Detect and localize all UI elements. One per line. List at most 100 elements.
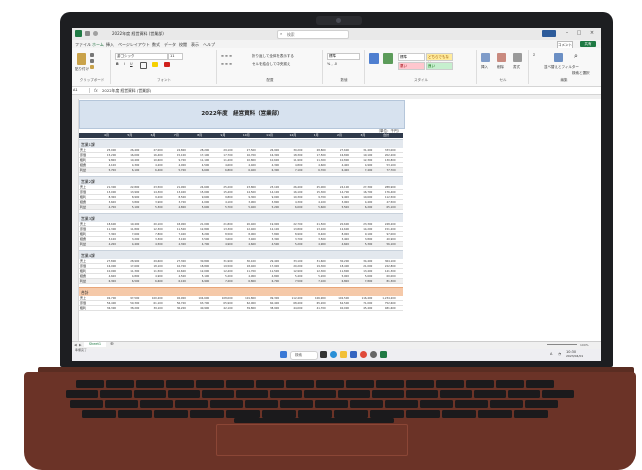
- bold-icon[interactable]: B: [116, 62, 119, 66]
- keyboard-key[interactable]: [100, 390, 132, 398]
- table-cell[interactable]: 7,100: [283, 168, 302, 173]
- store-icon[interactable]: [350, 351, 357, 358]
- table-cell[interactable]: 6,100: [120, 168, 139, 173]
- keyboard-key[interactable]: [406, 380, 434, 388]
- table-cell[interactable]: 5,100: [120, 205, 139, 210]
- keyboard-key[interactable]: [436, 380, 464, 388]
- table-cell[interactable]: 6,400: [330, 168, 349, 173]
- table-cell[interactable]: 4,200: [97, 242, 116, 247]
- table-cell[interactable]: 7,200: [214, 279, 232, 284]
- keyboard-key[interactable]: [442, 410, 476, 418]
- keyboard-key[interactable]: [270, 390, 302, 398]
- table-cell[interactable]: 5,400: [237, 205, 255, 210]
- keyboard-key[interactable]: [385, 400, 418, 408]
- table-cell[interactable]: 5,600: [190, 205, 209, 210]
- font-name-select[interactable]: 游ゴシック: [115, 53, 168, 60]
- excel-taskbar-icon[interactable]: [380, 351, 387, 358]
- table-cell[interactable]: 4,600: [330, 242, 349, 247]
- table-cell[interactable]: 7,800: [353, 279, 372, 284]
- find-select-icon[interactable]: ⌕: [574, 52, 578, 61]
- table-cell[interactable]: 5,200: [283, 242, 302, 247]
- keyboard-key[interactable]: [280, 400, 313, 408]
- file-explorer-icon[interactable]: [340, 351, 347, 358]
- table-cell[interactable]: 36,300: [97, 306, 116, 311]
- table-cell[interactable]: 4,500: [144, 242, 162, 247]
- settings-icon[interactable]: [370, 351, 377, 358]
- minimize-icon[interactable]: –: [563, 30, 571, 37]
- style-neutral[interactable]: どちらでもない: [426, 53, 453, 65]
- table-cell[interactable]: 4,400: [120, 242, 139, 247]
- wifi-icon[interactable]: ◔: [558, 352, 561, 356]
- keyboard-key[interactable]: [118, 410, 152, 418]
- table-cell[interactable]: 4,800: [167, 205, 185, 210]
- table-cell[interactable]: 5,200: [260, 205, 279, 210]
- number-format-select[interactable]: 標準: [327, 53, 360, 60]
- table-cell[interactable]: 6,900: [190, 279, 209, 284]
- keyboard-key[interactable]: [406, 410, 440, 418]
- table-cell[interactable]: 6,700: [260, 279, 279, 284]
- table-cell[interactable]: 5,700: [167, 168, 185, 173]
- table-cell[interactable]: 6,400: [237, 168, 255, 173]
- table-cell[interactable]: 481,600: [377, 306, 396, 311]
- keyboard-key[interactable]: [466, 380, 494, 388]
- keyboard-key[interactable]: [376, 380, 404, 388]
- table-cell[interactable]: 56,100: [377, 242, 396, 247]
- table-cell[interactable]: 6,600: [190, 168, 209, 173]
- keyboard-key[interactable]: [154, 410, 188, 418]
- keyboard-key[interactable]: [440, 390, 472, 398]
- table-cell[interactable]: 4,300: [167, 242, 185, 247]
- table-cell[interactable]: 38,900: [260, 306, 279, 311]
- keyboard-key[interactable]: [496, 380, 524, 388]
- cut-icon[interactable]: [90, 53, 94, 57]
- table-cell[interactable]: 5,300: [353, 242, 372, 247]
- search-box[interactable]: ⌕ 検索: [277, 30, 349, 39]
- keyboard-key[interactable]: [106, 380, 134, 388]
- table-cell[interactable]: 5,500: [330, 205, 349, 210]
- keyboard-key[interactable]: [542, 390, 574, 398]
- keyboard-key[interactable]: [66, 390, 98, 398]
- table-cell[interactable]: 6,600: [144, 279, 162, 284]
- keyboard-key[interactable]: [140, 400, 173, 408]
- style-good[interactable]: 良い: [426, 62, 453, 70]
- zoom-level[interactable]: 100%: [580, 343, 589, 347]
- keyboard-key[interactable]: [236, 390, 268, 398]
- keyboard-key[interactable]: [455, 400, 488, 408]
- table-cell[interactable]: 5,600: [307, 205, 325, 210]
- keyboard-key[interactable]: [526, 380, 554, 388]
- keyboard-key[interactable]: [76, 380, 104, 388]
- keyboard-key[interactable]: [346, 380, 374, 388]
- table-format-icon[interactable]: [383, 53, 393, 64]
- conditional-format-icon[interactable]: [369, 53, 379, 64]
- merge-center-button[interactable]: セルを結合して中央揃え: [252, 62, 290, 67]
- keyboard-key[interactable]: [175, 400, 208, 408]
- table-cell[interactable]: 7,100: [307, 279, 325, 284]
- keyboard-key[interactable]: [226, 410, 260, 418]
- keyboard-key[interactable]: [256, 380, 284, 388]
- format-cells-icon[interactable]: [513, 53, 522, 62]
- keyboard-key[interactable]: [168, 390, 200, 398]
- task-view-icon[interactable]: [320, 351, 327, 358]
- format-painter-icon[interactable]: [90, 65, 94, 69]
- keyboard-key[interactable]: [226, 380, 254, 388]
- keyboard-key[interactable]: [508, 390, 540, 398]
- insert-cells-icon[interactable]: [481, 53, 490, 62]
- border-icon[interactable]: [140, 62, 147, 69]
- start-icon[interactable]: [280, 351, 287, 358]
- table-cell[interactable]: 6,000: [283, 205, 302, 210]
- copy-icon[interactable]: [90, 59, 94, 63]
- table-cell[interactable]: 81,300: [377, 279, 396, 284]
- ime-indicator[interactable]: A: [550, 352, 552, 356]
- table-cell[interactable]: 4,600: [237, 242, 255, 247]
- keyboard-key[interactable]: [514, 410, 548, 418]
- keyboard-key[interactable]: [372, 390, 404, 398]
- style-bad[interactable]: 悪い: [398, 62, 425, 70]
- table-cell[interactable]: 40,900: [190, 306, 209, 311]
- table-cell[interactable]: 40,000: [330, 306, 349, 311]
- table-cell[interactable]: 38,200: [120, 306, 139, 311]
- keyboard-key[interactable]: [245, 400, 278, 408]
- keyboard-key[interactable]: [338, 390, 370, 398]
- table-cell[interactable]: 5,300: [144, 205, 162, 210]
- table-cell[interactable]: 6,200: [353, 205, 372, 210]
- keyboard-key[interactable]: [420, 400, 453, 408]
- keyboard-key[interactable]: [82, 410, 116, 418]
